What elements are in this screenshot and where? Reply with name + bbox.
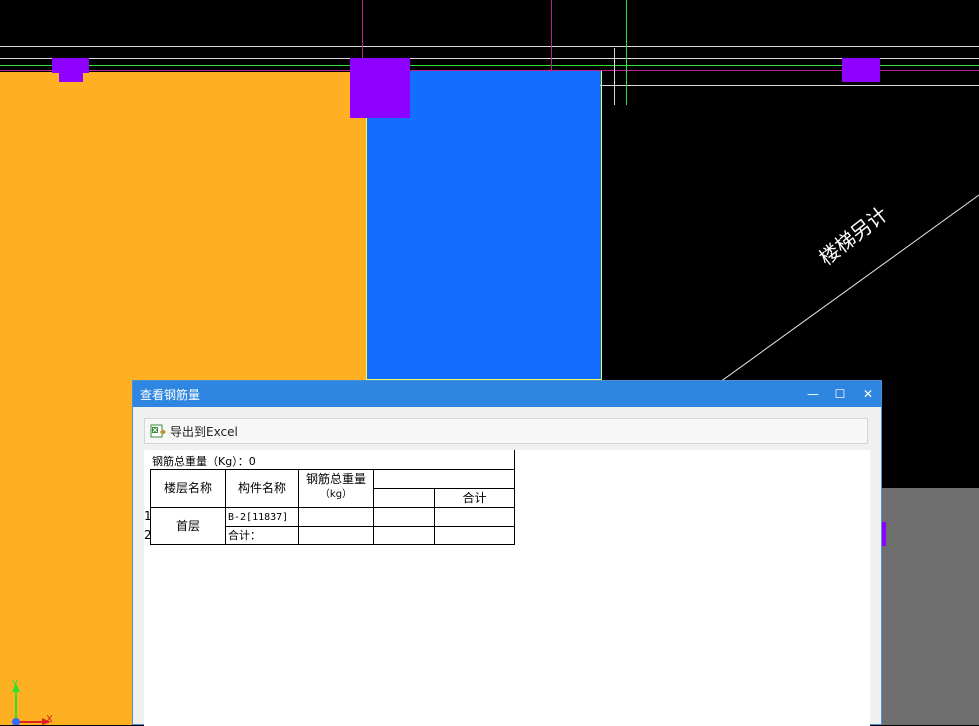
header-total-weight: 钢筋总重量 （kg） bbox=[299, 472, 373, 507]
excel-icon bbox=[150, 424, 166, 438]
cell-component-total: 合计： bbox=[228, 529, 261, 542]
grid-line-h1 bbox=[0, 46, 979, 47]
grid-line-v3 bbox=[614, 48, 615, 105]
axis-y-label: Y bbox=[12, 679, 19, 690]
column-marker[interactable] bbox=[59, 73, 83, 82]
column-marker[interactable] bbox=[52, 58, 89, 73]
close-button[interactable]: ✕ bbox=[858, 384, 878, 404]
maximize-button[interactable]: ☐ bbox=[830, 384, 850, 404]
export-to-excel-label: 导出到Excel bbox=[170, 424, 238, 439]
header-total-weight-line2: （kg） bbox=[319, 489, 353, 500]
minimize-button[interactable]: — bbox=[803, 384, 823, 404]
header-subtotal: 合计 bbox=[462, 491, 487, 505]
export-to-excel-button[interactable]: 导出到Excel bbox=[150, 422, 238, 440]
total-weight-label: 钢筋总重量（Kg）：0 bbox=[152, 455, 256, 468]
header-component-name: 构件名称 bbox=[237, 481, 286, 495]
report-area[interactable]: 钢筋总重量（Kg）：0 楼层名称 构件名称 钢筋总重量 （kg） 合计 1 2 … bbox=[144, 450, 870, 726]
grid-line-h3 bbox=[0, 65, 979, 66]
report-line-h4 bbox=[225, 526, 515, 527]
cell-floor: 首层 bbox=[175, 519, 200, 533]
column-marker[interactable] bbox=[842, 58, 880, 82]
axis-x-label: X bbox=[46, 714, 53, 725]
grid-line-h5 bbox=[600, 85, 979, 86]
report-border-bottom bbox=[150, 544, 515, 545]
rebar-quantity-dialog[interactable]: 查看钢筋量 — ☐ ✕ 导出到Excel 钢筋总重量（Kg）：0 楼层名称 构件… bbox=[132, 380, 882, 726]
report-line-v3 bbox=[373, 469, 374, 545]
column-marker[interactable] bbox=[350, 58, 410, 118]
grid-line-v4 bbox=[626, 0, 627, 105]
header-floor-name: 楼层名称 bbox=[163, 481, 212, 495]
cell-component: B-2[11837] bbox=[228, 512, 289, 523]
grid-line-v2 bbox=[551, 0, 552, 72]
grey-region[interactable] bbox=[882, 488, 979, 725]
report-border-right bbox=[514, 450, 515, 545]
dialog-toolbar: 导出到Excel bbox=[144, 418, 868, 444]
header-total-weight-line1: 钢筋总重量 bbox=[305, 472, 366, 486]
dialog-titlebar[interactable]: 查看钢筋量 — ☐ ✕ bbox=[133, 381, 881, 407]
grid-line-h2 bbox=[0, 58, 979, 59]
grid-line-h4 bbox=[0, 70, 979, 71]
dialog-title: 查看钢筋量 bbox=[140, 388, 201, 402]
